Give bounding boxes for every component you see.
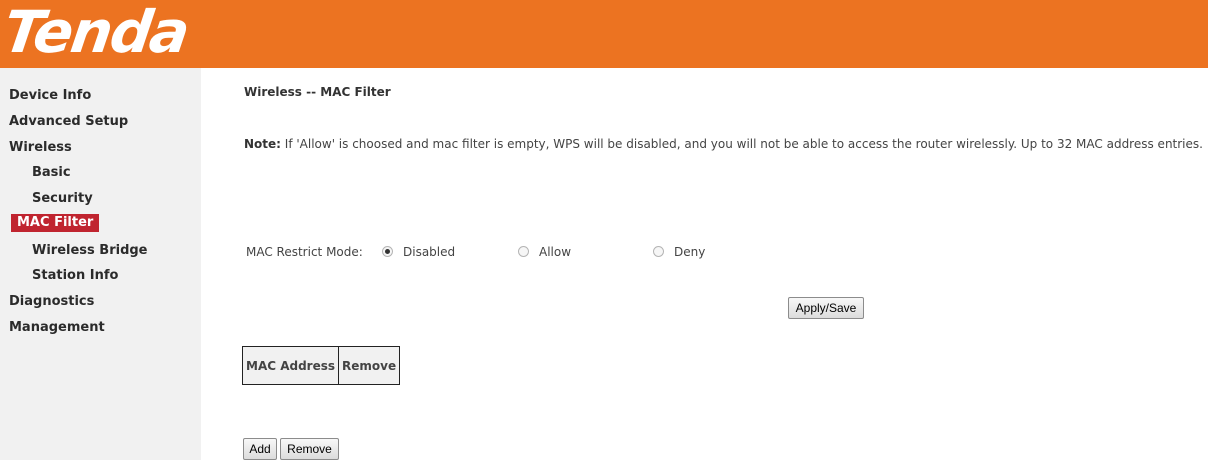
sidebar-item-wireless-bridge[interactable]: Wireless Bridge bbox=[32, 242, 148, 260]
radio-disabled-label: Disabled bbox=[403, 245, 456, 259]
radio-deny[interactable] bbox=[653, 246, 664, 257]
main-content: Wireless -- MAC Filter Note: If 'Allow' … bbox=[201, 68, 1208, 460]
mac-address-column-header: MAC Address bbox=[241, 346, 340, 385]
remove-button[interactable]: Remove bbox=[280, 438, 339, 460]
sidebar-item-mac-filter[interactable]: MAC Filter bbox=[11, 214, 100, 232]
page-title: Wireless -- MAC Filter bbox=[244, 85, 391, 99]
mac-restrict-mode-row: MAC Restrict Mode: Disabled Allow Deny bbox=[246, 243, 705, 261]
sidebar-item-security[interactable]: Security bbox=[32, 190, 93, 208]
add-button[interactable]: Add bbox=[243, 438, 277, 460]
sidebar-item-wireless[interactable]: Wireless bbox=[9, 139, 72, 157]
sidebar-item-device-info[interactable]: Device Info bbox=[9, 87, 91, 105]
sidebar-item-station-info[interactable]: Station Info bbox=[32, 267, 118, 285]
sidebar: Device Info Advanced Setup Wireless Basi… bbox=[0, 68, 201, 460]
sidebar-item-management[interactable]: Management bbox=[9, 319, 105, 337]
remove-column-header: Remove bbox=[338, 346, 401, 385]
sidebar-item-advanced-setup[interactable]: Advanced Setup bbox=[9, 113, 128, 131]
radio-allow[interactable] bbox=[518, 246, 529, 257]
note-text: Note: If 'Allow' is choosed and mac filt… bbox=[244, 137, 1203, 151]
mac-restrict-mode-label: MAC Restrict Mode: bbox=[246, 245, 363, 259]
table-header-row: MAC Address Remove bbox=[241, 346, 401, 385]
tenda-logo: Tenda bbox=[0, 0, 193, 66]
header-bar: Tenda bbox=[0, 0, 1208, 68]
sidebar-item-basic[interactable]: Basic bbox=[32, 164, 71, 182]
radio-allow-label: Allow bbox=[539, 245, 572, 259]
note-label: Note: bbox=[244, 137, 281, 151]
apply-save-button[interactable]: Apply/Save bbox=[788, 297, 864, 319]
note-body: If 'Allow' is choosed and mac filter is … bbox=[280, 137, 1203, 151]
mac-address-table: MAC Address Remove bbox=[241, 346, 401, 385]
radio-deny-label: Deny bbox=[674, 245, 706, 259]
sidebar-item-diagnostics[interactable]: Diagnostics bbox=[9, 293, 94, 311]
radio-disabled[interactable] bbox=[382, 246, 393, 257]
